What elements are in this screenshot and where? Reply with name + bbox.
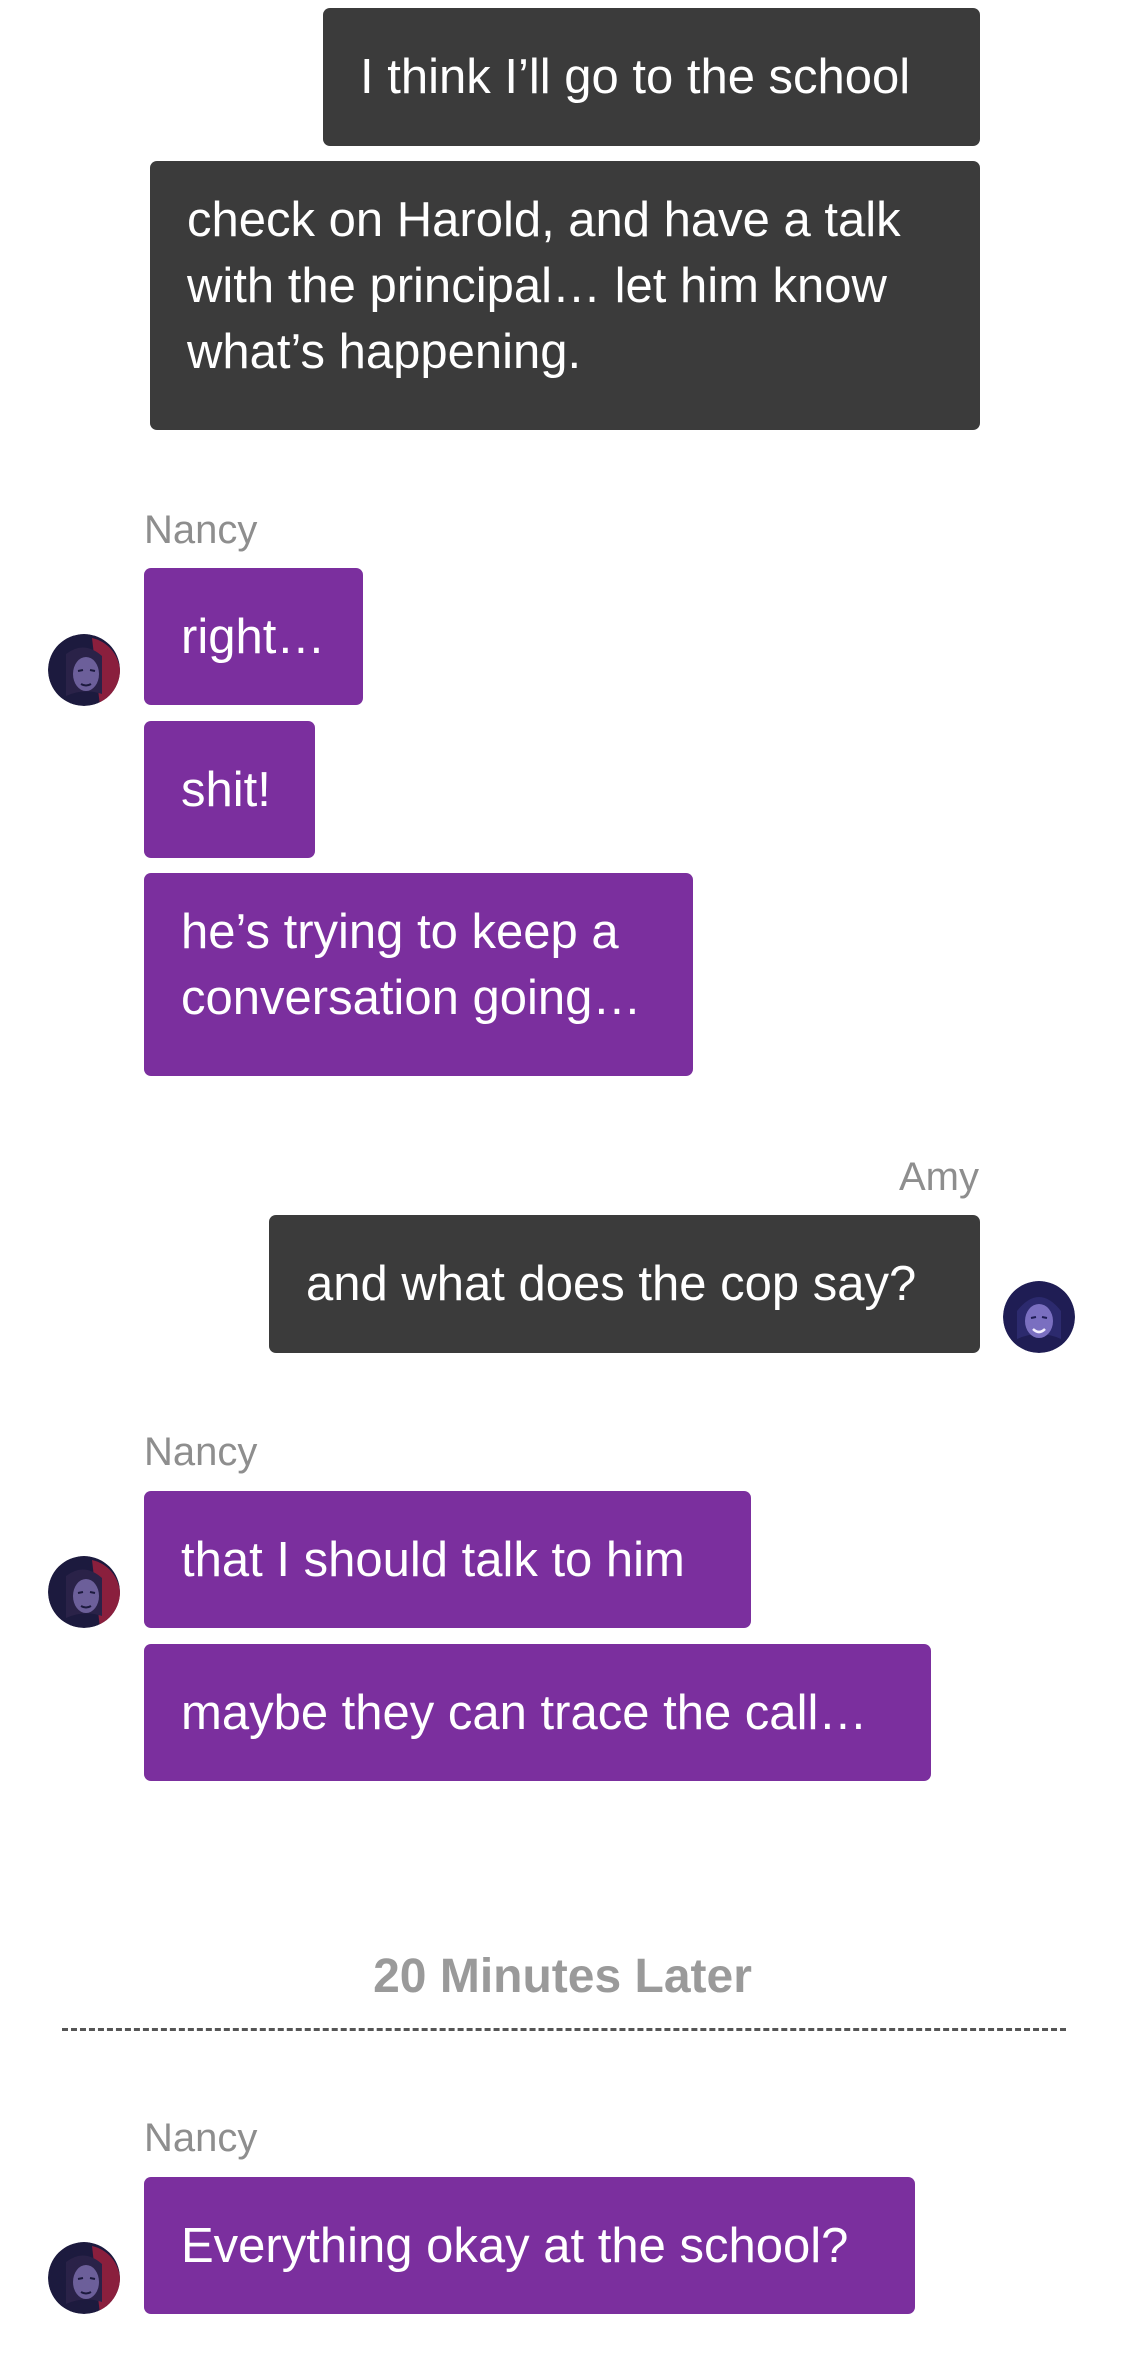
message-bubble-incoming[interactable]: right… <box>144 568 363 705</box>
message-bubble-incoming[interactable]: he’s trying to keep a conversation going… <box>144 873 693 1076</box>
message-bubble-outgoing[interactable]: check on Harold, and have a talk with th… <box>150 161 980 430</box>
message-bubble-incoming[interactable]: that I should talk to him <box>144 1491 751 1628</box>
sender-name-nancy: Nancy <box>144 2116 258 2160</box>
message-bubble-outgoing[interactable]: I think I’ll go to the school <box>323 8 980 146</box>
message-bubble-incoming[interactable]: Everything okay at the school? <box>144 2177 915 2314</box>
nancy-avatar-icon[interactable] <box>48 634 120 706</box>
message-bubble-outgoing[interactable]: and what does the cop say? <box>269 1215 980 1353</box>
time-separator-divider <box>62 2028 1066 2031</box>
nancy-avatar-icon[interactable] <box>48 2242 120 2314</box>
nancy-avatar-icon[interactable] <box>48 1556 120 1628</box>
sender-name-nancy: Nancy <box>144 508 258 552</box>
message-bubble-incoming[interactable]: maybe they can trace the call… <box>144 1644 931 1781</box>
time-separator-label: 20 Minutes Later <box>373 1950 752 2003</box>
message-bubble-incoming[interactable]: shit! <box>144 721 315 858</box>
amy-avatar-icon[interactable] <box>1003 1281 1075 1353</box>
sender-name-nancy: Nancy <box>144 1430 258 1474</box>
sender-name-amy: Amy <box>899 1155 979 1199</box>
